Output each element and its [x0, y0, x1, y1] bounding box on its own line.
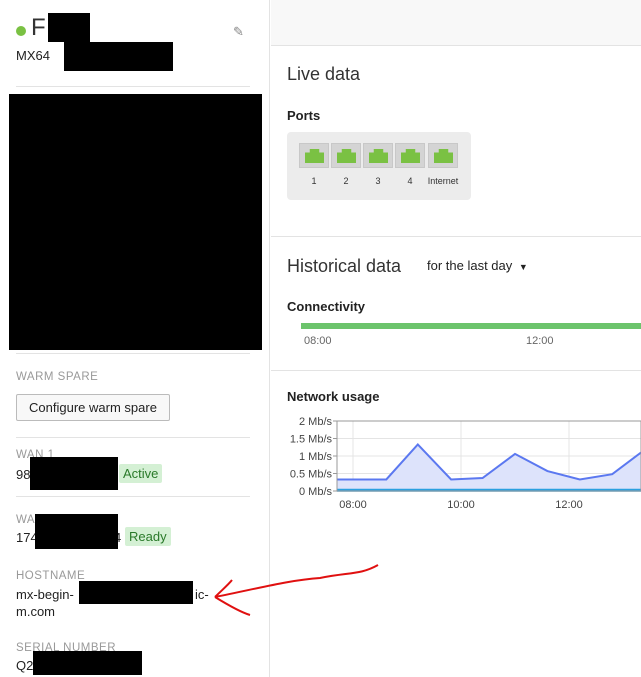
x-tick-label: 12:00 [555, 499, 583, 511]
x-tick-label: 08:00 [339, 499, 367, 511]
y-tick-label: 0.5 Mb/s [290, 469, 333, 481]
y-tick-label: 1.5 Mb/s [290, 434, 333, 446]
y-tick-label: 1 Mb/s [299, 451, 333, 463]
y-tick-label: 2 Mb/s [299, 416, 333, 428]
network-usage-chart: 2 Mb/s 1.5 Mb/s 1 Mb/s 0.5 Mb/s 0 Mb/s 08:00 1… [290, 416, 641, 511]
y-tick-label: 0 Mb/s [299, 486, 333, 498]
x-tick-label: 10:00 [447, 499, 475, 511]
